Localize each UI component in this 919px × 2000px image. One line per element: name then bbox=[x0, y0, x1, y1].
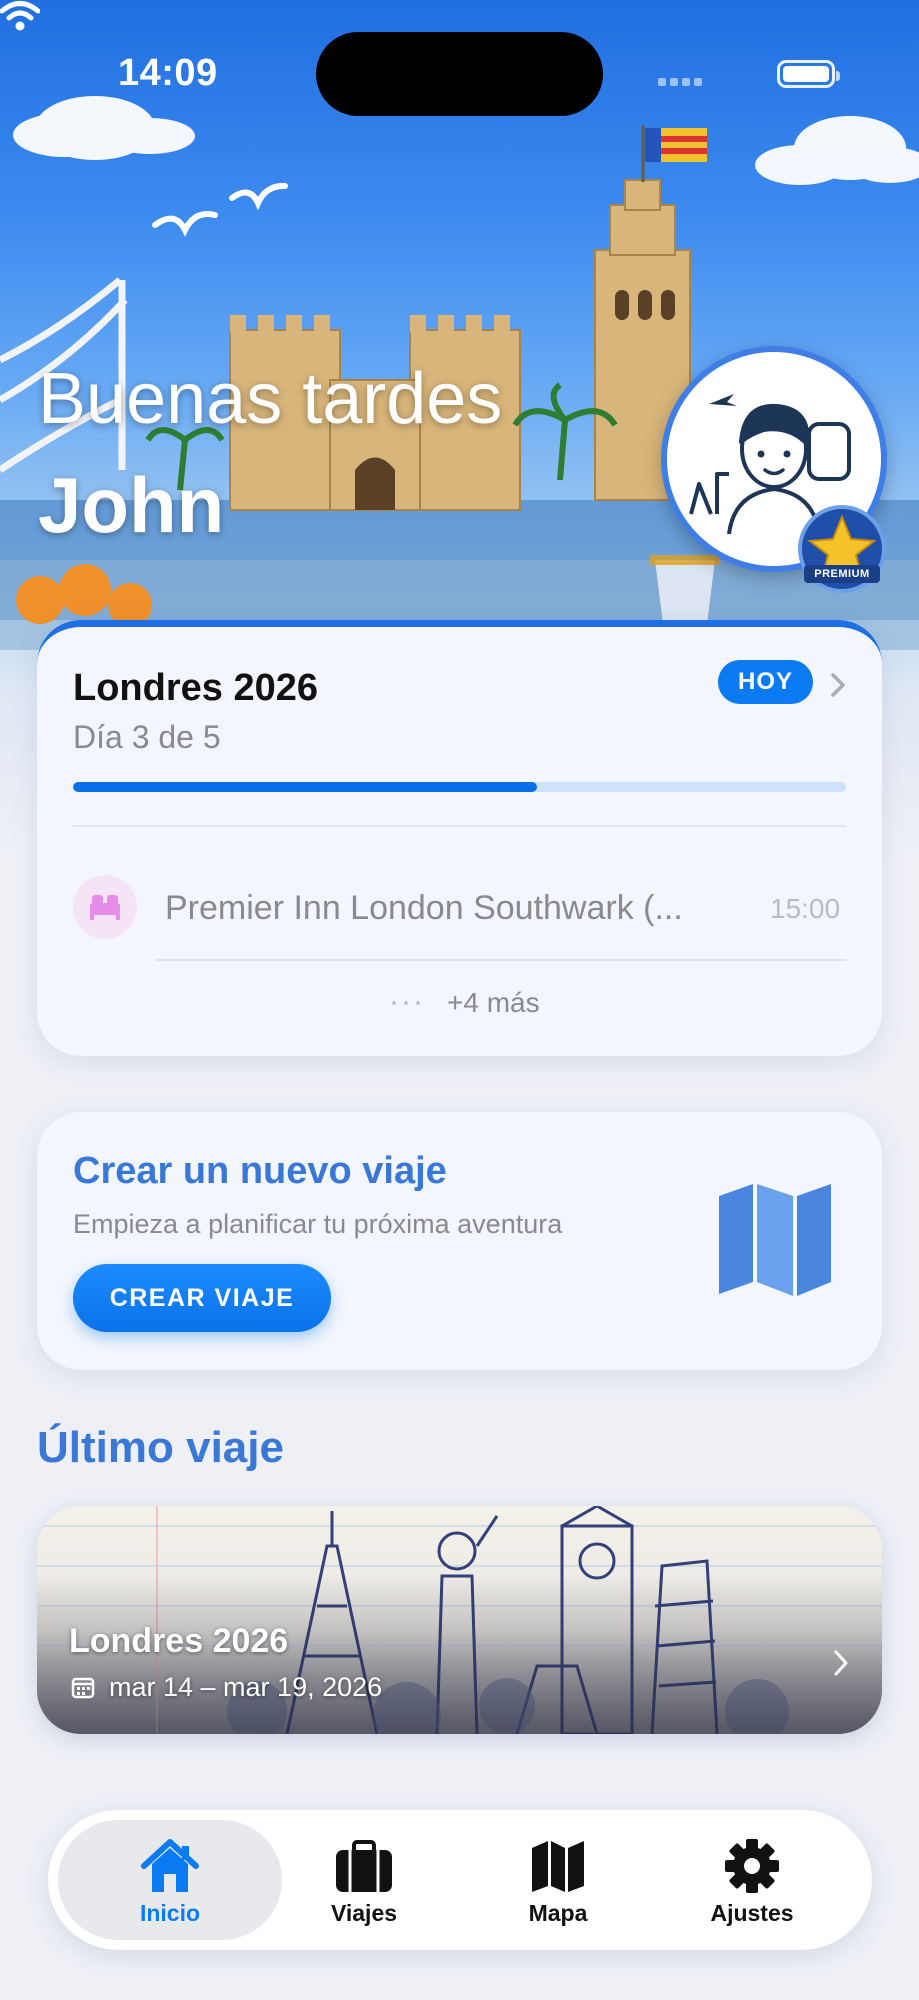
tab-inicio[interactable]: Inicio bbox=[58, 1820, 282, 1940]
star-badge-icon bbox=[798, 505, 886, 593]
create-trip-card: Crear un nuevo viaje Empieza a planifica… bbox=[37, 1112, 882, 1370]
trip-progress-bar bbox=[73, 782, 846, 792]
chevron-right-icon bbox=[834, 1650, 848, 1676]
tab-ajustes[interactable]: Ajustes bbox=[640, 1820, 864, 1940]
tab-label: Ajustes bbox=[710, 1900, 794, 1926]
create-trip-subtitle: Empieza a planificar tu próxima aventura bbox=[73, 1209, 563, 1239]
more-dots-icon: ··· bbox=[389, 985, 425, 1018]
battery-icon bbox=[777, 60, 840, 88]
tab-mapa[interactable]: Mapa bbox=[446, 1820, 670, 1940]
map-icon bbox=[719, 1184, 831, 1296]
dynamic-island bbox=[316, 32, 603, 116]
tab-label: Mapa bbox=[528, 1900, 588, 1926]
current-trip-card[interactable]: Londres 2026 Día 3 de 5 HOY Premier Inn … bbox=[37, 620, 882, 1056]
today-badge: HOY bbox=[718, 660, 814, 704]
create-trip-title: Crear un nuevo viaje bbox=[73, 1150, 447, 1192]
last-trip-name: Londres 2026 bbox=[69, 1622, 289, 1660]
tab-viajes[interactable]: Viajes bbox=[252, 1820, 476, 1940]
house-icon bbox=[141, 1839, 199, 1892]
divider bbox=[73, 825, 846, 827]
bed-icon bbox=[90, 895, 120, 920]
calendar-icon bbox=[71, 1677, 95, 1699]
greeting-text: Buenas tardes bbox=[38, 359, 503, 439]
chevron-right-icon[interactable] bbox=[829, 671, 847, 699]
tab-bar: Inicio Viajes Mapa Ajustes bbox=[48, 1810, 872, 1950]
user-name: John bbox=[38, 461, 225, 549]
event-icon-circle bbox=[73, 875, 137, 939]
tab-label: Viajes bbox=[330, 1900, 398, 1926]
premium-badge: PREMIUM bbox=[790, 505, 894, 599]
event-name[interactable]: Premier Inn London Southwark (... bbox=[165, 889, 683, 928]
trip-progress-fill bbox=[73, 782, 537, 792]
status-time: 14:09 bbox=[118, 52, 218, 94]
more-events-link[interactable]: +4 más bbox=[447, 987, 540, 1019]
last-trip-dates: mar 14 – mar 19, 2026 bbox=[109, 1672, 383, 1702]
trip-title: Londres 2026 bbox=[73, 667, 318, 709]
cellular-signal-icon bbox=[658, 78, 702, 86]
trip-day-progress: Día 3 de 5 bbox=[73, 719, 221, 755]
create-trip-button[interactable]: CREAR VIAJE bbox=[73, 1264, 331, 1332]
last-trip-card[interactable]: Londres 2026 mar 14 – mar 19, 2026 bbox=[37, 1506, 882, 1734]
event-time: 15:00 bbox=[770, 893, 841, 924]
premium-label: PREMIUM bbox=[814, 568, 870, 580]
map-icon bbox=[532, 1841, 584, 1892]
gear-icon bbox=[725, 1839, 779, 1893]
divider bbox=[155, 959, 846, 961]
wifi-icon bbox=[0, 1, 40, 31]
suitcase-icon bbox=[336, 1840, 392, 1892]
last-trip-section-title: Último viaje bbox=[37, 1423, 284, 1472]
tab-label: Inicio bbox=[139, 1900, 201, 1926]
